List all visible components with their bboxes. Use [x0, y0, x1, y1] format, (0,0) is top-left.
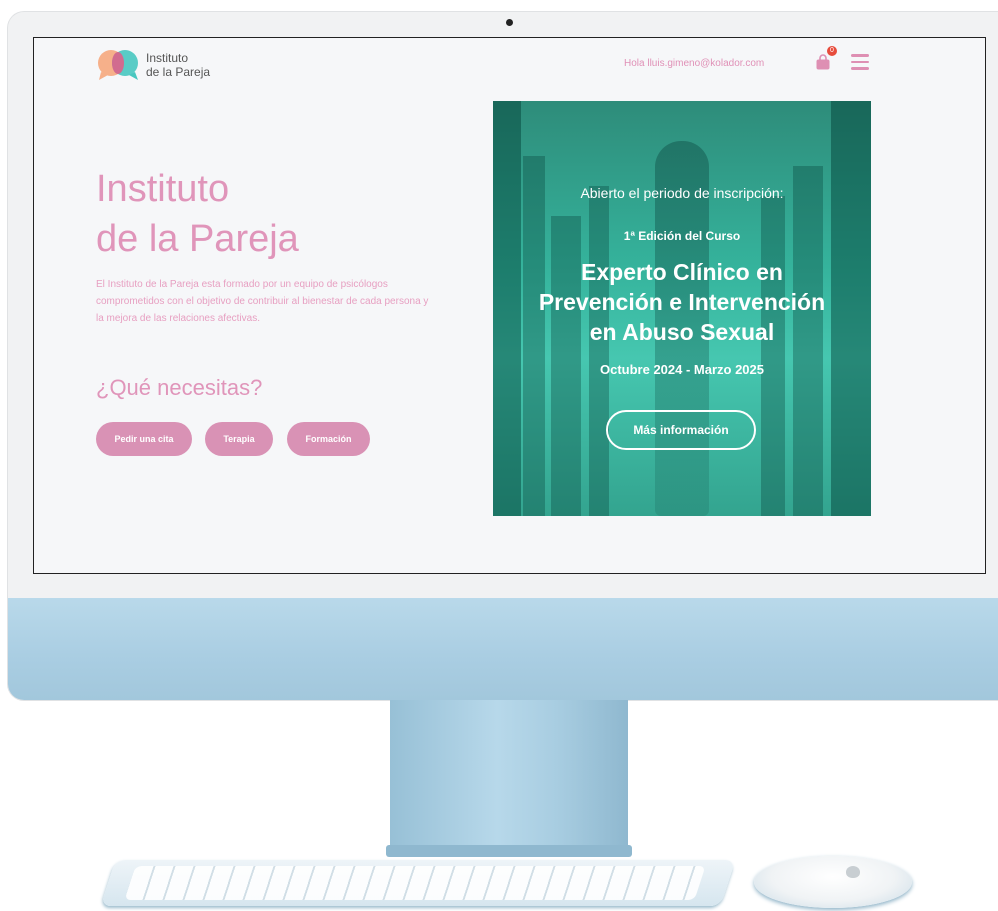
therapy-button[interactable]: Terapia: [205, 422, 273, 456]
course-banner[interactable]: Abierto el periodo de inscripción: 1ª Ed…: [493, 101, 871, 516]
apple-logo-icon: [846, 866, 860, 878]
course-edition: 1ª Edición del Curso: [623, 229, 741, 243]
mouse: [754, 856, 912, 908]
building-shape: [761, 196, 785, 516]
user-greeting[interactable]: Hola lluis.gimeno@kolador.com: [624, 58, 764, 69]
site-logo[interactable]: Instituto de la Pareja: [96, 48, 246, 82]
training-button[interactable]: Formación: [287, 422, 370, 456]
imac-stand: [390, 700, 628, 852]
course-dates: Octubre 2024 - Marzo 2025: [599, 362, 765, 377]
speech-bubbles-logo-icon: [98, 50, 138, 80]
cart-count-badge: 0: [827, 46, 837, 56]
screen: Instituto de la Pareja Hola lluis.gimeno…: [33, 37, 986, 574]
needs-heading: ¿Qué necesitas?: [96, 375, 263, 400]
book-appointment-button[interactable]: Pedir una cita: [96, 422, 192, 456]
course-title-line1: Experto Clínico en: [581, 259, 783, 285]
logo-line2: de la Pareja: [146, 65, 211, 79]
title-line2: de la Pareja: [96, 218, 299, 260]
keyboard-keys: [124, 866, 706, 900]
shopping-bag-icon[interactable]: [815, 54, 831, 70]
logo-line1: Instituto: [146, 51, 189, 65]
course-title-line2: Prevención e Intervención: [538, 289, 826, 315]
title-line1: Instituto: [96, 168, 230, 210]
camera-icon: [506, 19, 513, 26]
imac-chin: [8, 598, 998, 700]
enrollment-open-text: Abierto el periodo de inscripción:: [580, 185, 784, 201]
hamburger-menu-icon[interactable]: [851, 54, 869, 70]
logo-text: Instituto de la Pareja: [146, 51, 210, 79]
page-title: Instituto de la Pareja: [96, 164, 299, 264]
course-title-line3: en Abuso Sexual: [589, 319, 775, 345]
more-info-button[interactable]: Más información: [606, 410, 756, 450]
hero-description: El Instituto de la Pareja esta formado p…: [96, 279, 429, 324]
course-title: Experto Clínico en Prevención e Interven…: [493, 257, 871, 347]
imac-stand-base: [386, 845, 632, 857]
